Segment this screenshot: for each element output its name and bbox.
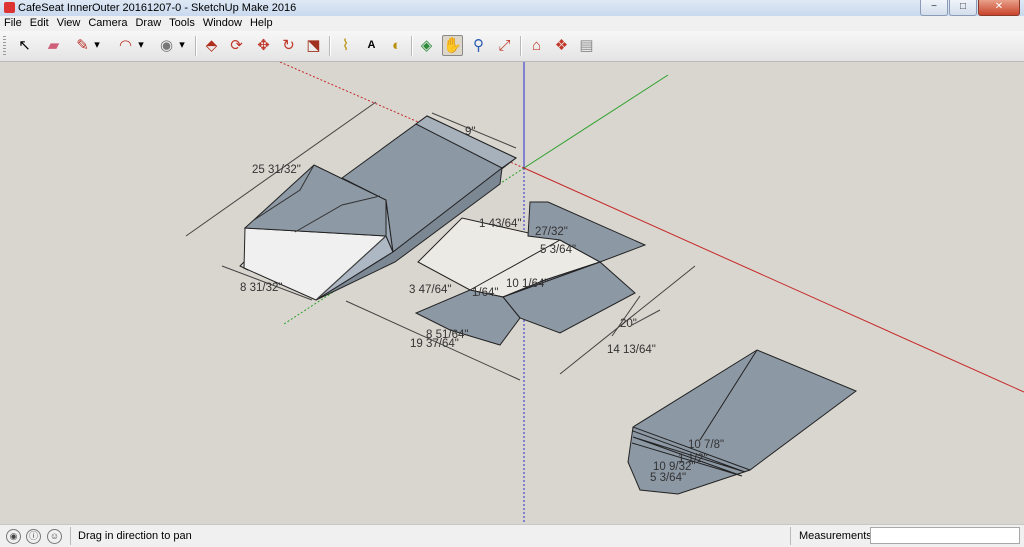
- toolbar-grip[interactable]: [3, 36, 6, 56]
- menu-view[interactable]: View: [53, 16, 85, 31]
- dimension-label: 20": [620, 318, 637, 330]
- toolbar-separator: [329, 36, 331, 56]
- dimension-label: 5 3/64": [650, 472, 686, 484]
- dimension-label: 27/32": [535, 226, 568, 238]
- paint-bucket-tool-icon[interactable]: ◉: [156, 35, 177, 56]
- menu-bar: File Edit View Camera Draw Tools Window …: [0, 16, 1024, 31]
- measurements-label: Measurements: [799, 530, 872, 542]
- geolocation-icon[interactable]: ◉: [6, 529, 21, 544]
- pencil-dropdown-icon[interactable]: ▾: [91, 35, 103, 56]
- user-icon[interactable]: ☺: [47, 529, 62, 544]
- menu-file[interactable]: File: [0, 16, 26, 31]
- dimension-label: 3 47/64": [409, 284, 451, 296]
- dimension-label: 19 37/64": [410, 338, 459, 350]
- dimension-label: 5 3/64": [540, 244, 576, 256]
- window-controls: − □ ✕: [919, 0, 1020, 16]
- move-tool-icon[interactable]: ✥: [253, 35, 274, 56]
- dimension-label: 25 31/32": [252, 164, 301, 176]
- measurements-input[interactable]: [870, 527, 1020, 544]
- dimension-label: 14 13/64": [607, 344, 656, 356]
- green-axis-line: [523, 74, 669, 169]
- minimize-button[interactable]: −: [920, 0, 948, 16]
- menu-edit[interactable]: Edit: [26, 16, 53, 31]
- rotate-tool-icon[interactable]: ↻: [278, 35, 299, 56]
- dimension-label: 9": [465, 126, 475, 138]
- menu-help[interactable]: Help: [246, 16, 277, 31]
- maximize-button[interactable]: □: [949, 0, 977, 16]
- window-title: CafeSeat InnerOuter 20161207-0 - SketchU…: [18, 2, 297, 14]
- close-button[interactable]: ✕: [978, 0, 1020, 16]
- tape-measure-tool-icon[interactable]: ⌇: [335, 35, 356, 56]
- eraser-tool-icon[interactable]: ▰: [43, 35, 64, 56]
- toolbar-separator: [520, 36, 522, 56]
- paint-dropdown-icon[interactable]: ▾: [176, 35, 188, 56]
- arc-dropdown-icon[interactable]: ▾: [135, 35, 147, 56]
- menu-draw[interactable]: Draw: [131, 16, 165, 31]
- pencil-tool-icon[interactable]: ✎: [72, 35, 93, 56]
- scale-tool-icon[interactable]: ⬔: [303, 35, 324, 56]
- status-bar: ◉ ⓘ ☺ Drag in direction to pan Measureme…: [0, 524, 1024, 547]
- status-hint: Drag in direction to pan: [78, 530, 192, 542]
- menu-window[interactable]: Window: [199, 16, 246, 31]
- toolbar-separator: [195, 36, 197, 56]
- select-tool-icon[interactable]: ↖: [14, 35, 35, 56]
- menu-tools[interactable]: Tools: [165, 16, 199, 31]
- model-viewport[interactable]: 9" 25 31/32" 8 31/32" 1 43/64" 27/32" 5 …: [0, 62, 1024, 524]
- dimension-label: 10 7/8": [688, 439, 724, 451]
- dimension-label: 8 31/32": [240, 282, 282, 294]
- sketchup-app-icon[interactable]: [4, 2, 15, 13]
- model-canvas[interactable]: 9" 25 31/32" 8 31/32" 1 43/64" 27/32" 5 …: [0, 62, 1024, 524]
- zoom-tool-icon[interactable]: ⚲: [468, 35, 489, 56]
- dimension-label: 1 43/64": [479, 218, 521, 230]
- toolbar-separator: [411, 36, 413, 56]
- menu-camera[interactable]: Camera: [84, 16, 131, 31]
- status-divider: [70, 527, 71, 545]
- status-divider: [790, 527, 791, 545]
- pan-tool-icon[interactable]: ✋: [442, 35, 463, 56]
- title-bar: CafeSeat InnerOuter 20161207-0 - SketchU…: [0, 0, 1024, 17]
- arc-tool-icon[interactable]: ◠: [115, 35, 136, 56]
- extension-warehouse-tool-icon[interactable]: ▤: [576, 35, 597, 56]
- components-tool-icon[interactable]: ❖: [551, 35, 572, 56]
- toolbar: ↖ ▰ ✎ ▾ ◠ ▾ ◉ ▾ ⬘ ⟳ ✥ ↻ ⬔ ⌇ A ◐ ◈ ✋ ⚲ ⤢ …: [0, 31, 1024, 62]
- offset-tool-icon[interactable]: ⟳: [226, 35, 247, 56]
- dimension-label: 10 1/64": [506, 278, 548, 290]
- dimension-label: 1/64": [472, 287, 498, 299]
- protractor-tool-icon[interactable]: ◐: [386, 35, 407, 56]
- warehouse-tool-icon[interactable]: ⌂: [526, 35, 547, 56]
- dimension-label: 1 1/2": [678, 453, 708, 465]
- zoom-extents-tool-icon[interactable]: ⤢: [494, 35, 515, 56]
- credits-icon[interactable]: ⓘ: [26, 529, 41, 544]
- orbit-tool-icon[interactable]: ◈: [416, 35, 437, 56]
- text-tool-icon[interactable]: A: [361, 35, 382, 56]
- push-pull-tool-icon[interactable]: ⬘: [201, 35, 222, 56]
- flat-pattern-part[interactable]: [414, 201, 647, 346]
